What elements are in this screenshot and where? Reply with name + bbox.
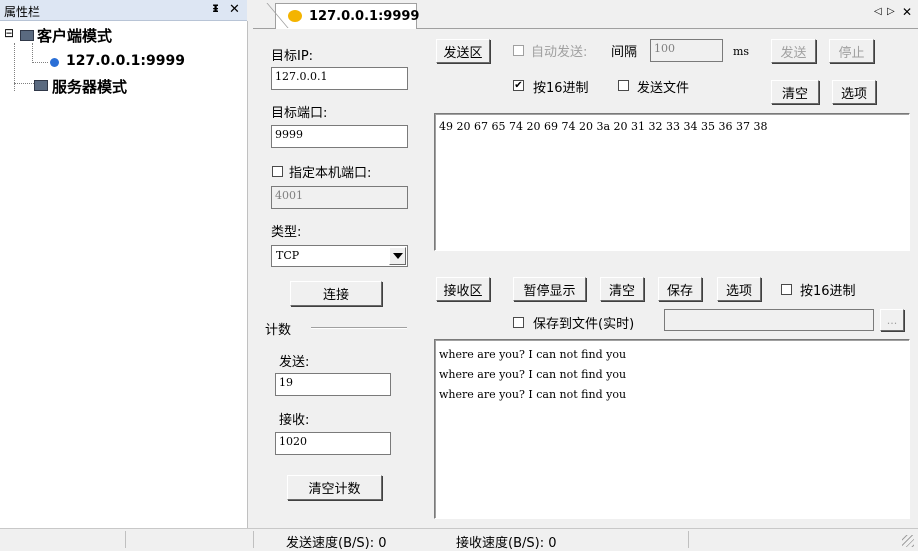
chevron-down-icon xyxy=(393,253,403,259)
connection-warning-icon xyxy=(288,10,302,22)
monitor-icon xyxy=(20,30,34,41)
recv-options-button[interactable]: 选项 xyxy=(717,277,761,301)
send-options-button[interactable]: 选项 xyxy=(832,80,876,104)
tree-item-label: 客户端模式 xyxy=(37,27,113,45)
tab-label: 127.0.0.1:9999 xyxy=(309,9,420,24)
type-value: TCP xyxy=(276,249,300,262)
tab-prev-icon[interactable]: ◁ xyxy=(874,6,882,17)
send-hex-checkbox[interactable]: ✔ xyxy=(513,80,524,91)
stop-button[interactable]: 停止 xyxy=(829,39,874,63)
status-divider xyxy=(688,531,689,548)
tree-item-connection[interactable]: 127.0.0.1:9999 xyxy=(66,53,185,69)
dropdown-button[interactable] xyxy=(389,247,406,265)
sent-count-label: 发送: xyxy=(279,355,310,370)
recv-speed-text: 接收速度(B/S): 0 xyxy=(456,536,557,551)
target-ip-label: 目标IP: xyxy=(271,49,314,64)
status-divider xyxy=(125,531,126,548)
send-file-label: 发送文件 xyxy=(637,81,690,96)
type-select[interactable]: TCP xyxy=(271,245,408,267)
sent-count-input: 19 xyxy=(275,373,391,396)
pause-display-button[interactable]: 暂停显示 xyxy=(513,277,586,301)
auto-send-label: 自动发送: xyxy=(531,45,588,60)
tree-item-server-mode[interactable]: 服务器模式 xyxy=(52,76,127,97)
send-textarea[interactable]: 49 20 67 65 74 20 69 74 20 3a 20 31 32 3… xyxy=(434,113,910,251)
local-port-input: 4001 xyxy=(271,186,408,209)
auto-send-checkbox[interactable] xyxy=(513,45,524,56)
tree-view: ⊟ 客户端模式 127.0.0.1:9999 服务器模式 xyxy=(0,21,248,528)
recv-area: 接收区 暂停显示 清空 保存 选项 按16进制 保存到文件(实时) ... wh… xyxy=(432,265,916,524)
clear-count-button[interactable]: 清空计数 xyxy=(287,475,382,500)
sidebar-title: 属性栏 xyxy=(4,5,41,19)
send-hex-label: 按16进制 xyxy=(533,81,589,96)
pin-icon[interactable]: ᵻ xyxy=(212,1,219,16)
interval-label: 间隔 xyxy=(611,45,638,60)
tree-line xyxy=(32,43,34,63)
interval-unit: ms xyxy=(733,45,750,58)
send-content: 49 20 67 65 74 20 69 74 20 3a 20 31 32 3… xyxy=(439,120,768,133)
settings-panel: 目标IP: 127.0.0.1 目标端口: 9999 指定本机端口: 4001 … xyxy=(255,29,426,524)
local-port-checkbox[interactable] xyxy=(272,166,283,177)
recv-hex-checkbox[interactable] xyxy=(781,284,792,295)
send-area: 发送区 自动发送: 间隔 100 ms 发送 停止 ✔ 按16进制 发送文件 清… xyxy=(432,29,916,255)
send-file-checkbox[interactable] xyxy=(618,80,629,91)
check-icon: ✔ xyxy=(514,80,523,91)
recv-line: where are you? I can not find you xyxy=(439,388,627,401)
recv-count-input: 1020 xyxy=(275,432,391,455)
recv-count-label: 接收: xyxy=(279,413,310,428)
local-port-label: 指定本机端口: xyxy=(289,166,372,181)
tab-bar: 127.0.0.1:9999 ◁ ▷ ✕ xyxy=(250,0,918,29)
target-port-label: 目标端口: xyxy=(271,106,328,121)
send-button[interactable]: 发送 xyxy=(771,39,816,63)
status-divider xyxy=(253,531,254,548)
recv-clear-button[interactable]: 清空 xyxy=(600,277,644,301)
save-file-checkbox[interactable] xyxy=(513,317,524,328)
send-clear-button[interactable]: 清空 xyxy=(771,80,819,104)
save-file-label: 保存到文件(实时) xyxy=(533,317,635,332)
target-ip-input[interactable]: 127.0.0.1 xyxy=(271,67,408,90)
sidebar-close-icon[interactable]: ✕ xyxy=(229,2,240,17)
resize-grip-icon[interactable] xyxy=(902,535,914,547)
connect-button[interactable]: 连接 xyxy=(290,281,382,306)
sidebar-panel: 属性栏 ᵻ ✕ ⊟ 客户端模式 127.0.0.1:9999 服务器模式 xyxy=(0,0,248,528)
tree-item-client-mode[interactable]: 客户端模式 xyxy=(37,25,112,46)
browse-button[interactable]: ... xyxy=(880,309,904,331)
tree-item-label: 127.0.0.1:9999 xyxy=(66,53,185,69)
connection-dot-icon xyxy=(50,58,59,67)
collapse-icon[interactable]: ⊟ xyxy=(4,27,14,39)
send-speed-text: 发送速度(B/S): 0 xyxy=(286,536,387,551)
tree-item-label: 服务器模式 xyxy=(52,78,128,96)
status-bar: 发送速度(B/S): 0 接收速度(B/S): 0 xyxy=(0,528,918,551)
tab-next-icon[interactable]: ▷ xyxy=(887,6,895,17)
recv-textarea[interactable]: where are you? I can not find you where … xyxy=(434,339,910,519)
tab-close-icon[interactable]: ✕ xyxy=(902,5,912,19)
recv-line: where are you? I can not find you xyxy=(439,368,627,381)
send-area-button[interactable]: 发送区 xyxy=(436,39,490,63)
save-file-path-input xyxy=(664,309,874,331)
count-group-label: 计数 xyxy=(265,323,292,338)
tree-line xyxy=(32,62,48,64)
count-group-divider xyxy=(311,327,407,329)
tree-line xyxy=(14,83,34,85)
recv-line: where are you? I can not find you xyxy=(439,348,627,361)
monitor-icon xyxy=(34,80,48,91)
recv-hex-label: 按16进制 xyxy=(800,284,856,299)
target-port-input[interactable]: 9999 xyxy=(271,125,408,148)
recv-area-button[interactable]: 接收区 xyxy=(436,277,490,301)
sidebar-header: 属性栏 ᵻ ✕ xyxy=(0,0,247,21)
type-label: 类型: xyxy=(271,225,302,240)
interval-input: 100 xyxy=(650,39,723,62)
tab-connection[interactable]: 127.0.0.1:9999 xyxy=(275,3,420,29)
recv-save-button[interactable]: 保存 xyxy=(658,277,702,301)
